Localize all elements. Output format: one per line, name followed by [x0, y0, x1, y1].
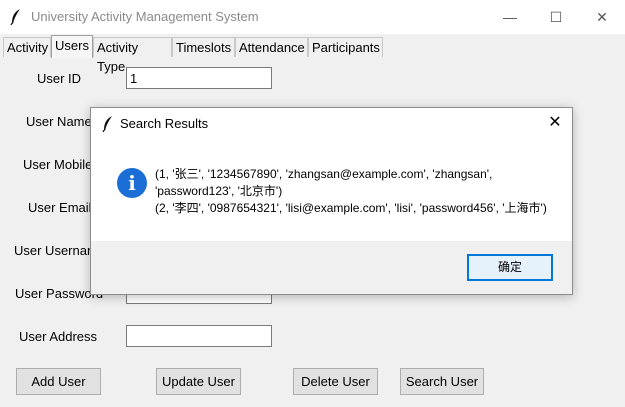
- minimize-button[interactable]: —: [487, 0, 533, 34]
- tab-users[interactable]: Users: [51, 35, 93, 58]
- tab-bar: Activity Users Activity Type Timeslots A…: [0, 34, 625, 74]
- update-user-button[interactable]: Update User: [156, 368, 241, 395]
- dialog-close-button[interactable]: ✕: [544, 112, 566, 134]
- tab-activity-type[interactable]: Activity Type: [93, 37, 172, 74]
- user-id-input[interactable]: [126, 67, 272, 89]
- dialog-message: (1, '张三', '1234567890', 'zhangsan@exampl…: [155, 166, 555, 217]
- search-user-button[interactable]: Search User: [400, 368, 484, 395]
- add-user-button[interactable]: Add User: [16, 368, 101, 395]
- user-address-label: User Address: [19, 329, 98, 344]
- user-email-label: User Email: [28, 200, 92, 215]
- delete-user-button[interactable]: Delete User: [293, 368, 378, 395]
- dialog-footer: 确定: [91, 241, 572, 294]
- tab-participants[interactable]: Participants: [308, 37, 383, 57]
- info-icon: i: [117, 168, 147, 198]
- user-username-label: User Usernar: [14, 243, 92, 258]
- user-mobile-label: User Mobile: [23, 157, 93, 172]
- tab-activity[interactable]: Activity: [3, 37, 51, 57]
- maximize-button[interactable]: ☐: [533, 0, 579, 34]
- tab-timeslots[interactable]: Timeslots: [172, 37, 235, 57]
- tab-attendance[interactable]: Attendance: [235, 37, 308, 57]
- message-line: (1, '张三', '1234567890', 'zhangsan@exampl…: [155, 167, 493, 181]
- title-bar: University Activity Management System — …: [0, 0, 625, 34]
- feather-icon: [10, 9, 20, 26]
- close-button[interactable]: ✕: [579, 0, 625, 34]
- user-id-label: User ID: [37, 71, 82, 86]
- ok-button[interactable]: 确定: [467, 254, 553, 281]
- user-address-input[interactable]: [126, 325, 272, 347]
- user-name-label: User Name: [26, 114, 92, 129]
- message-line: (2, '李四', '0987654321', 'lisi@example.co…: [155, 201, 547, 215]
- window-title: University Activity Management System: [31, 9, 259, 24]
- search-results-dialog: Search Results ✕ i (1, '张三', '1234567890…: [90, 107, 573, 295]
- message-line: 'password123', '北京市'): [155, 184, 283, 198]
- feather-icon: [102, 116, 112, 133]
- dialog-title: Search Results: [120, 116, 209, 131]
